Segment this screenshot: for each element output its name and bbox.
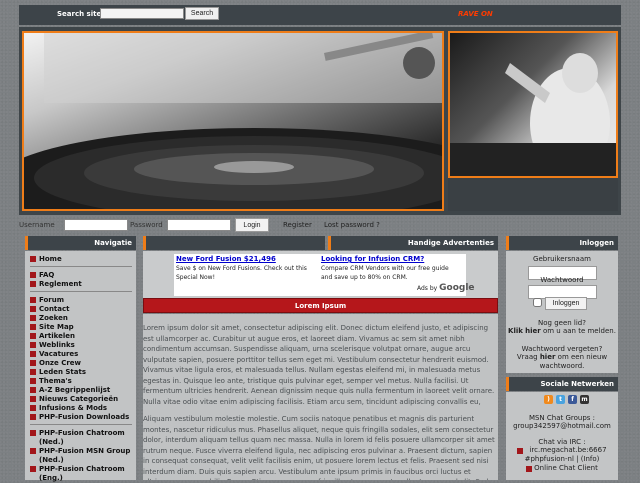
nav-divider <box>30 266 132 267</box>
bullet-icon <box>30 448 36 454</box>
social-title: Sociale Netwerken <box>540 380 614 388</box>
new-password-text: Vraag hier om een nieuw wachtwoord. <box>516 353 608 370</box>
username-label: Username <box>19 221 55 229</box>
msn-address-link[interactable]: group342597@hotmail.com <box>506 422 618 431</box>
banner-turntable-image <box>22 31 444 211</box>
rss-icon[interactable]: ) <box>544 395 553 404</box>
nav-item-reglement[interactable]: Reglement <box>30 280 82 288</box>
remember-me-checkbox[interactable] <box>533 298 542 307</box>
ads-header: Handige Advertenties <box>328 236 498 250</box>
nav-item-artikelen[interactable]: Artikelen <box>30 332 75 340</box>
article-paragraph: Lorem ipsum dolor sit amet, consectetur … <box>143 324 495 406</box>
login-password-label: Wachtwoord <box>540 276 584 284</box>
nav-item-vacatures[interactable]: Vacatures <box>30 350 78 358</box>
bullet-icon <box>30 396 36 402</box>
nav-item-msn-group[interactable]: PHP-Fusion MSN Group (Ned.) <box>30 447 134 465</box>
bullet-icon <box>30 369 36 375</box>
password-input[interactable] <box>167 219 231 231</box>
nav-item-sitemap[interactable]: Site Map <box>30 323 74 331</box>
login-box-title: Inloggen <box>579 239 614 247</box>
irc-server-link[interactable]: irc.megachat.be:6667 <box>512 446 624 455</box>
bullet-icon <box>30 414 36 420</box>
banner-strip <box>448 178 618 211</box>
ad1-text: Save $ on New Ford Fusions. Check out th… <box>176 265 307 281</box>
rave-on-text: RAVE ON <box>458 10 493 18</box>
nav-item-themas[interactable]: Thema's <box>30 377 72 385</box>
bullet-icon <box>30 405 36 411</box>
nav-header: Navigatie <box>25 236 136 250</box>
bullet-icon <box>30 324 36 330</box>
facebook-icon[interactable]: f <box>568 395 577 404</box>
article-title: Lorem Ipsum <box>294 302 347 310</box>
nav-item-forum[interactable]: Forum <box>30 296 64 304</box>
bullet-icon <box>30 466 36 472</box>
lost-password-link[interactable]: Lost password ? <box>324 221 380 229</box>
myspace-icon[interactable]: m <box>580 395 589 404</box>
ads-title: Handige Advertenties <box>407 239 494 247</box>
bullet-icon <box>30 315 36 321</box>
register-link[interactable]: Register <box>283 221 312 229</box>
bullet-icon <box>30 333 36 339</box>
login-button[interactable]: Login <box>235 218 269 232</box>
search-button[interactable]: Search <box>185 7 219 20</box>
nav-item-home[interactable]: Home <box>30 255 62 263</box>
nav-item-chatroom-ned[interactable]: PHP-Fusion Chatroom (Ned.) <box>30 429 134 447</box>
banner-dj-image <box>448 31 618 178</box>
ad2-title-link[interactable]: Looking for Infusion CRM? <box>321 255 424 263</box>
nav-divider <box>30 291 132 292</box>
google-logo: Google <box>439 283 475 293</box>
nav-item-stats[interactable]: Leden Stats <box>30 368 86 376</box>
bullet-icon <box>30 281 36 287</box>
social-header: Sociale Netwerken <box>506 377 618 391</box>
bullet-icon <box>30 351 36 357</box>
nav-item-crew[interactable]: Onze Crew <box>30 359 81 367</box>
nav-item-chatroom-eng[interactable]: PHP-Fusion Chatroom (Eng.) <box>30 465 134 483</box>
search-input[interactable] <box>100 8 184 19</box>
password-label: Password <box>130 221 163 229</box>
bullet-icon <box>30 387 36 393</box>
bullet-icon <box>30 430 36 436</box>
ad1-title-link[interactable]: New Ford Fusion $21,496 <box>176 255 276 263</box>
nav-item-zoeken[interactable]: Zoeken <box>30 314 68 322</box>
article-paragraph: Aliquam vestibulum molestie molestie. Cu… <box>143 415 495 480</box>
nav-title: Navigatie <box>94 239 132 247</box>
login-box-header: Inloggen <box>506 236 618 250</box>
nav-item-begrippenlijst[interactable]: A-Z Begrippenlijst <box>30 386 110 394</box>
nav-item-categorieen[interactable]: Nieuws Categorieën <box>30 395 118 403</box>
ads-by-google-link[interactable]: Ads by Google <box>417 283 475 293</box>
nav-divider <box>30 424 132 425</box>
nav-item-weblinks[interactable]: Weblinks <box>30 341 75 349</box>
bullet-icon <box>30 272 36 278</box>
new-password-link[interactable]: hier <box>540 353 556 361</box>
signin-button[interactable]: Inloggen <box>545 297 587 310</box>
register-text: Klik hier om u aan te melden. <box>508 327 616 335</box>
article-header: Lorem Ipsum <box>143 298 498 313</box>
bullet-icon <box>30 306 36 312</box>
nav-item-infusions[interactable]: Infusions & Mods <box>30 404 107 412</box>
online-chat-link[interactable]: Online Chat Client <box>510 464 622 473</box>
ad2-text: Compare CRM Vendors with our free guide … <box>321 265 449 281</box>
login-username-label: Gebruikersnaam <box>533 255 591 263</box>
center-header-bar <box>143 236 325 250</box>
bullet-icon <box>30 360 36 366</box>
bullet-icon <box>30 342 36 348</box>
username-input[interactable] <box>64 219 128 231</box>
nav-item-downloads[interactable]: PHP-Fusion Downloads <box>30 413 129 421</box>
nav-item-faq[interactable]: FAQ <box>30 271 54 279</box>
bullet-icon <box>30 256 36 262</box>
bullet-icon <box>30 297 36 303</box>
twitter-icon[interactable]: t <box>556 395 565 404</box>
irc-channel-link[interactable]: #phpfusion-nl | (Info) <box>506 455 618 464</box>
bullet-icon <box>30 378 36 384</box>
nav-item-contact[interactable]: Contact <box>30 305 70 313</box>
register-here-link[interactable]: hier <box>525 327 541 335</box>
